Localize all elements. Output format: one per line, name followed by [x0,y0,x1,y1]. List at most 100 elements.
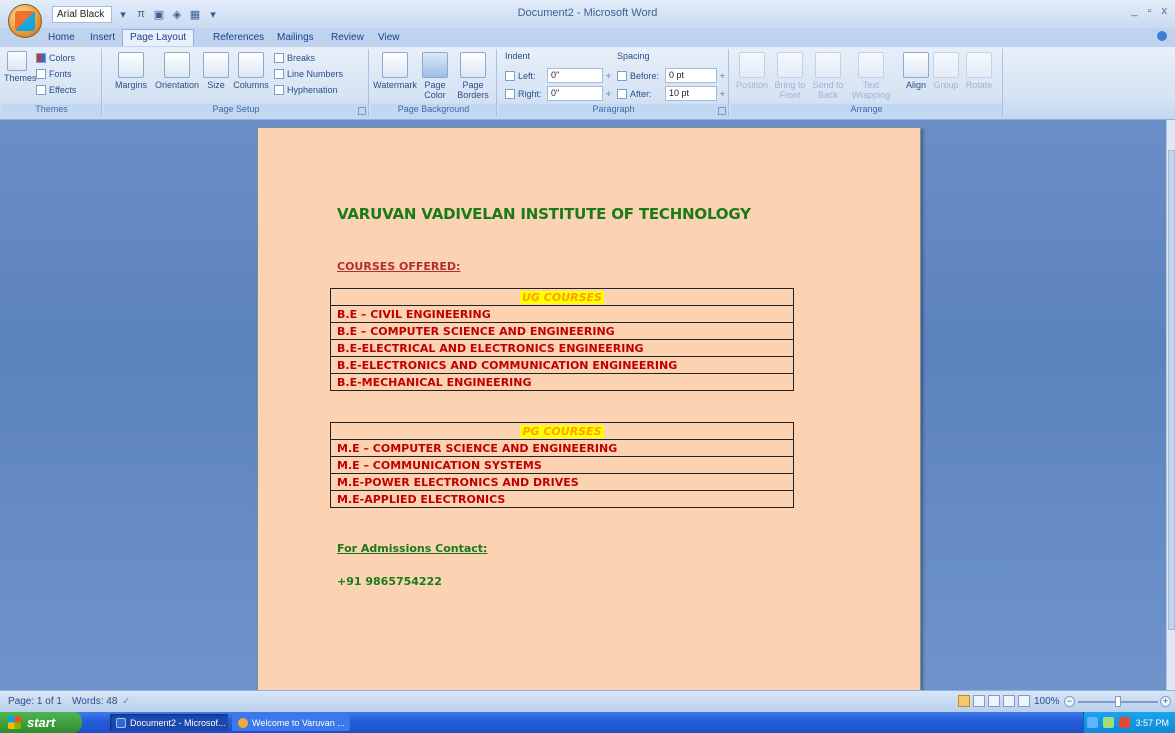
spacing-before-input[interactable]: 0 pt [665,68,717,83]
spin-icon[interactable]: ÷ [606,71,611,81]
vertical-scrollbar[interactable] [1166,120,1175,690]
tab-page-layout[interactable]: Page Layout [122,29,195,46]
tab-review[interactable]: Review [331,30,364,47]
draft-view-icon[interactable] [1018,695,1030,707]
ribbon: Themes Colors Fonts Effects Themes Margi… [0,47,1175,120]
print-layout-view-icon[interactable] [958,695,970,707]
send-to-back-icon [815,52,841,78]
orientation-icon [164,52,190,78]
page-count[interactable]: Page: 1 of 1 [8,696,62,707]
restore-button[interactable]: ▫ [1148,5,1152,17]
full-screen-view-icon[interactable] [973,695,985,707]
table-row: B.E – CIVIL ENGINEERING [330,305,794,323]
effects-button[interactable]: Effects [36,85,76,95]
rotate-button[interactable]: Rotate [963,52,995,90]
office-button[interactable] [8,4,42,38]
watermark-icon [382,52,408,78]
help-icon[interactable] [1157,31,1167,41]
tab-insert[interactable]: Insert [90,30,115,47]
office-logo-icon [15,11,35,31]
spin-icon[interactable]: ÷ [720,89,725,99]
send-to-back-button[interactable]: Send to Back [809,52,847,100]
network-icon[interactable] [1087,717,1099,728]
spin-icon[interactable]: ÷ [606,89,611,99]
word-count[interactable]: Words: 48 [72,696,117,707]
orientation-button[interactable]: Orientation [152,52,202,90]
zoom-in-icon[interactable]: + [1160,696,1171,707]
breaks-icon [274,53,284,63]
themes-icon [7,51,27,71]
page-background-group: Watermark Page Color Page Borders Page B… [371,49,497,117]
zoom-slider-thumb[interactable] [1115,696,1121,707]
clock[interactable]: 3:57 PM [1135,718,1169,728]
align-button[interactable]: Align [901,52,931,90]
indent-left-input[interactable]: 0" [547,68,603,83]
breaks-button[interactable]: Breaks [274,53,315,63]
paragraph-launcher-icon[interactable] [718,107,726,115]
position-button[interactable]: Position [733,52,771,90]
colors-button[interactable]: Colors [36,53,75,63]
admissions-contact-label: For Admissions Contact: [337,542,488,555]
security-icon[interactable] [1119,717,1131,728]
bring-to-front-icon [777,52,803,78]
ug-courses-table: UG COURSES B.E – CIVIL ENGINEERING B.E –… [330,288,794,391]
spacing-after-input[interactable]: 10 pt [665,86,717,101]
text-wrapping-icon [858,52,884,78]
page-borders-icon [460,52,486,78]
page-color-button[interactable]: Page Color [417,52,453,100]
browser-icon [238,717,248,728]
tab-mailings[interactable]: Mailings [277,30,314,47]
spin-icon[interactable]: ÷ [720,71,725,81]
tab-home[interactable]: Home [48,30,75,47]
tab-view[interactable]: View [378,30,400,47]
minimize-button[interactable]: _ [1131,5,1137,17]
fonts-button[interactable]: Fonts [36,69,72,79]
page-setup-launcher-icon[interactable] [358,107,366,115]
spacing-after-row: After: 10 pt ÷ [617,86,725,101]
taskbar-item-word[interactable]: Document2 - Microsof... [110,714,228,731]
indent-right-input[interactable]: 0" [547,86,603,101]
spacing-before-icon [617,70,627,81]
scrollbar-thumb[interactable] [1168,150,1175,630]
zoom-out-icon[interactable]: − [1064,696,1075,707]
columns-icon [238,52,264,78]
line-numbers-button[interactable]: Line Numbers [274,69,343,79]
web-layout-view-icon[interactable] [988,695,1000,707]
text-wrapping-button[interactable]: Text Wrapping [849,52,893,100]
hyphenation-button[interactable]: Hyphenation [274,85,338,95]
arrange-group: Position Bring to Front Send to Back Tex… [731,49,1003,117]
group-button[interactable]: Group [931,52,961,90]
windows-flag-icon [8,716,21,729]
margins-icon [118,52,144,78]
tab-references[interactable]: References [213,30,264,47]
title-bar: Arial Black ▾ π ▣ ◈ ▦ ▾ Document2 - Micr… [0,0,1175,38]
outline-view-icon[interactable] [1003,695,1015,707]
columns-button[interactable]: Columns [231,52,271,90]
size-button[interactable]: Size [202,52,230,90]
paragraph-group: Indent Left: 0" ÷ Right: 0" ÷ Spacing Be… [499,49,729,117]
colors-icon [36,53,46,63]
volume-icon[interactable] [1103,717,1115,728]
position-icon [739,52,765,78]
page-setup-group: Margins Orientation Size Columns Breaks … [104,49,369,117]
indent-label: Indent [505,51,531,61]
document-area: VARUVAN VADIVELAN INSTITUTE OF TECHNOLOG… [0,120,1166,690]
taskbar-item-browser[interactable]: Welcome to Varuvan ... [232,714,350,731]
start-button[interactable]: start [0,712,82,733]
close-button[interactable]: x [1162,5,1168,17]
page-borders-button[interactable]: Page Borders [453,52,493,100]
proofing-icon[interactable]: ✓ [122,696,130,707]
arrange-group-label: Arrange [731,104,1002,117]
group-icon [933,52,959,78]
bring-to-front-button[interactable]: Bring to Front [771,52,809,100]
document-page[interactable]: VARUVAN VADIVELAN INSTITUTE OF TECHNOLOG… [257,127,921,690]
watermark-button[interactable]: Watermark [373,52,417,90]
table-row: M.E – COMMUNICATION SYSTEMS [330,456,794,474]
themes-group: Themes Colors Fonts Effects Themes [2,49,102,117]
align-icon [903,52,929,78]
zoom-level[interactable]: 100% [1034,696,1060,707]
rotate-icon [966,52,992,78]
table-row: M.E-APPLIED ELECTRONICS [330,490,794,508]
margins-button[interactable]: Margins [110,52,152,90]
themes-button[interactable]: Themes [4,51,37,83]
